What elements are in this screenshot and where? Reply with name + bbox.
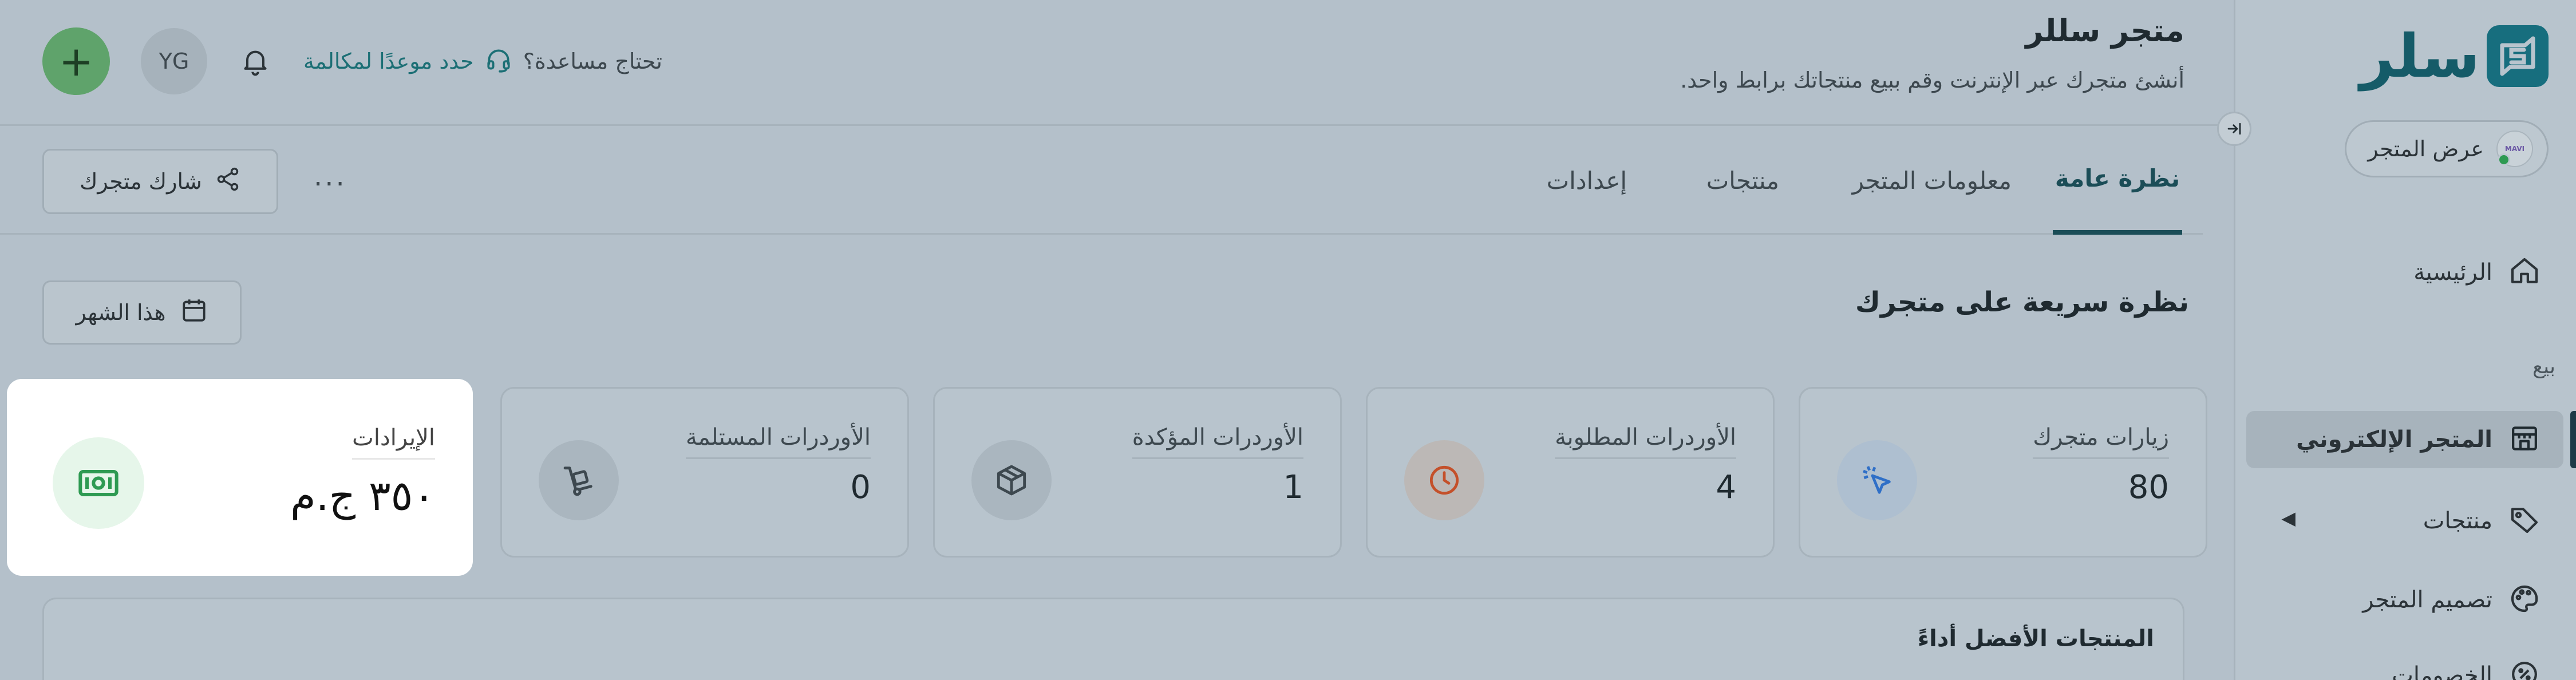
tab-products[interactable]: منتجات <box>1706 126 1779 235</box>
brand-name: سلر <box>2360 21 2480 91</box>
active-indicator <box>2570 411 2576 468</box>
tab-store-info[interactable]: معلومات المتجر <box>1852 126 2012 235</box>
stat-value: 0 <box>850 469 871 506</box>
tab-overview[interactable]: نظرة عامة <box>2053 126 2182 235</box>
sidebar-item-home[interactable]: الرئيسية <box>2246 244 2576 301</box>
discount-icon <box>2508 658 2541 680</box>
stat-label: الإيرادات <box>352 425 435 460</box>
sidebar-item-products[interactable]: منتجات <box>2246 492 2576 549</box>
brand-logo[interactable]: سلر <box>2360 25 2549 87</box>
top-products-panel: المنتجات الأفضل أداءً <box>42 598 2184 680</box>
add-button[interactable]: + <box>42 27 110 95</box>
help-question: تحتاج مساعدة؟ <box>523 49 663 74</box>
stat-card-visits[interactable]: زيارات متجرك 80 <box>1799 387 2207 558</box>
stat-label: الأوردرات المطلوبة <box>1555 424 1736 459</box>
sidebar: سلر MAVI عرض المتجر الرئيسية بيع المتجر … <box>2234 0 2576 680</box>
sidebar-item-online-store[interactable]: المتجر الإلكتروني <box>2246 411 2563 468</box>
palette-icon <box>2508 583 2541 617</box>
hand-truck-icon <box>539 440 619 520</box>
tab-label: نظرة عامة <box>2055 164 2180 192</box>
help-section: تحتاج مساعدة؟ حدد موعدًا لمكالمة <box>303 46 662 77</box>
sidebar-item-discounts[interactable]: الخصومات <box>2246 647 2576 680</box>
sidebar-item-label: منتجات <box>2423 508 2492 534</box>
overview-title: نظرة سريعة على متجرك <box>1855 286 2189 318</box>
user-initials: YG <box>159 49 189 74</box>
period-filter-label: هذا الشهر <box>76 300 166 325</box>
tab-label: منتجات <box>1706 166 1779 195</box>
tag-icon <box>2508 504 2541 538</box>
stat-value: ٣٥٠ ج.م <box>290 472 435 520</box>
stat-value: 4 <box>1716 469 1736 506</box>
header-actions: + YG تحتاج مساعدة؟ حدد موعدًا لمكالمة <box>42 27 662 95</box>
more-options-button[interactable]: ... <box>314 160 347 192</box>
box-icon <box>971 440 1052 520</box>
bell-icon <box>244 50 267 76</box>
stat-card-requested-orders[interactable]: الأوردرات المطلوبة 4 <box>1366 387 1775 558</box>
view-store-label: عرض المتجر <box>2368 136 2484 161</box>
home-icon <box>2508 255 2541 290</box>
headset-icon <box>484 46 513 77</box>
online-status-dot <box>2498 153 2510 166</box>
tab-label: إعدادات <box>1546 166 1627 195</box>
share-store-label: شارك متجرك <box>80 169 202 194</box>
clock-icon <box>1404 440 1484 520</box>
stat-value: 1 <box>1283 469 1303 506</box>
page-subtitle: أنشئ متجرك عبر الإنترنت وقم ببيع منتجاتك… <box>1680 68 2184 93</box>
view-store-button[interactable]: MAVI عرض المتجر <box>2345 120 2549 177</box>
more-icon: ... <box>314 160 347 192</box>
collapse-sidebar-button[interactable] <box>2217 112 2251 146</box>
sidebar-item-label: المتجر الإلكتروني <box>2296 426 2492 453</box>
tab-settings[interactable]: إعدادات <box>1547 126 1627 235</box>
stat-label: الأوردرات المستلمة <box>685 424 871 459</box>
sidebar-item-label: الخصومات <box>2392 662 2492 680</box>
stat-card-received-orders[interactable]: الأوردرات المستلمة 0 <box>500 387 909 558</box>
calendar-icon <box>180 296 208 330</box>
sidebar-section-sell: بيع <box>2532 355 2555 378</box>
page-header: متجر سللر أنشئ متجرك عبر الإنترنت وقم بب… <box>0 0 2234 126</box>
share-store-button[interactable]: شارك متجرك <box>42 149 278 214</box>
store-avatar-text: MAVI <box>2504 145 2525 153</box>
plus-icon: + <box>58 37 94 85</box>
share-icon <box>215 166 241 197</box>
brand-mark-icon <box>2487 25 2549 87</box>
storefront-icon <box>2508 422 2541 457</box>
notifications-button[interactable] <box>238 44 272 78</box>
stat-label: زيارات متجرك <box>2033 424 2169 459</box>
sidebar-item-label: تصميم المتجر <box>2362 587 2492 613</box>
sidebar-item-store-design[interactable]: تصميم المتجر <box>2246 571 2576 628</box>
stat-card-revenue[interactable]: الإيرادات ٣٥٠ ج.م <box>8 380 472 575</box>
expand-arrow-icon[interactable]: ◀ <box>2281 507 2296 529</box>
store-avatar: MAVI <box>2496 131 2533 167</box>
tab-label: معلومات المتجر <box>1852 166 2012 195</box>
cursor-click-icon <box>1837 440 1917 520</box>
store-tabs: نظرة عامة معلومات المتجر منتجات إعدادات … <box>0 126 2203 235</box>
book-call-link[interactable]: حدد موعدًا لمكالمة <box>303 49 474 74</box>
user-avatar[interactable]: YG <box>141 28 207 94</box>
banknote-icon <box>53 437 144 529</box>
sidebar-item-label: الرئيسية <box>2413 259 2492 286</box>
stat-value: 80 <box>2128 469 2169 506</box>
period-filter-button[interactable]: هذا الشهر <box>42 280 242 345</box>
page-title: متجر سللر <box>2025 13 2184 49</box>
stat-label: الأوردرات المؤكدة <box>1132 424 1303 459</box>
top-products-title: المنتجات الأفضل أداءً <box>1917 626 2154 652</box>
collapse-icon <box>2227 122 2241 135</box>
stat-card-confirmed-orders[interactable]: الأوردرات المؤكدة 1 <box>933 387 1342 558</box>
